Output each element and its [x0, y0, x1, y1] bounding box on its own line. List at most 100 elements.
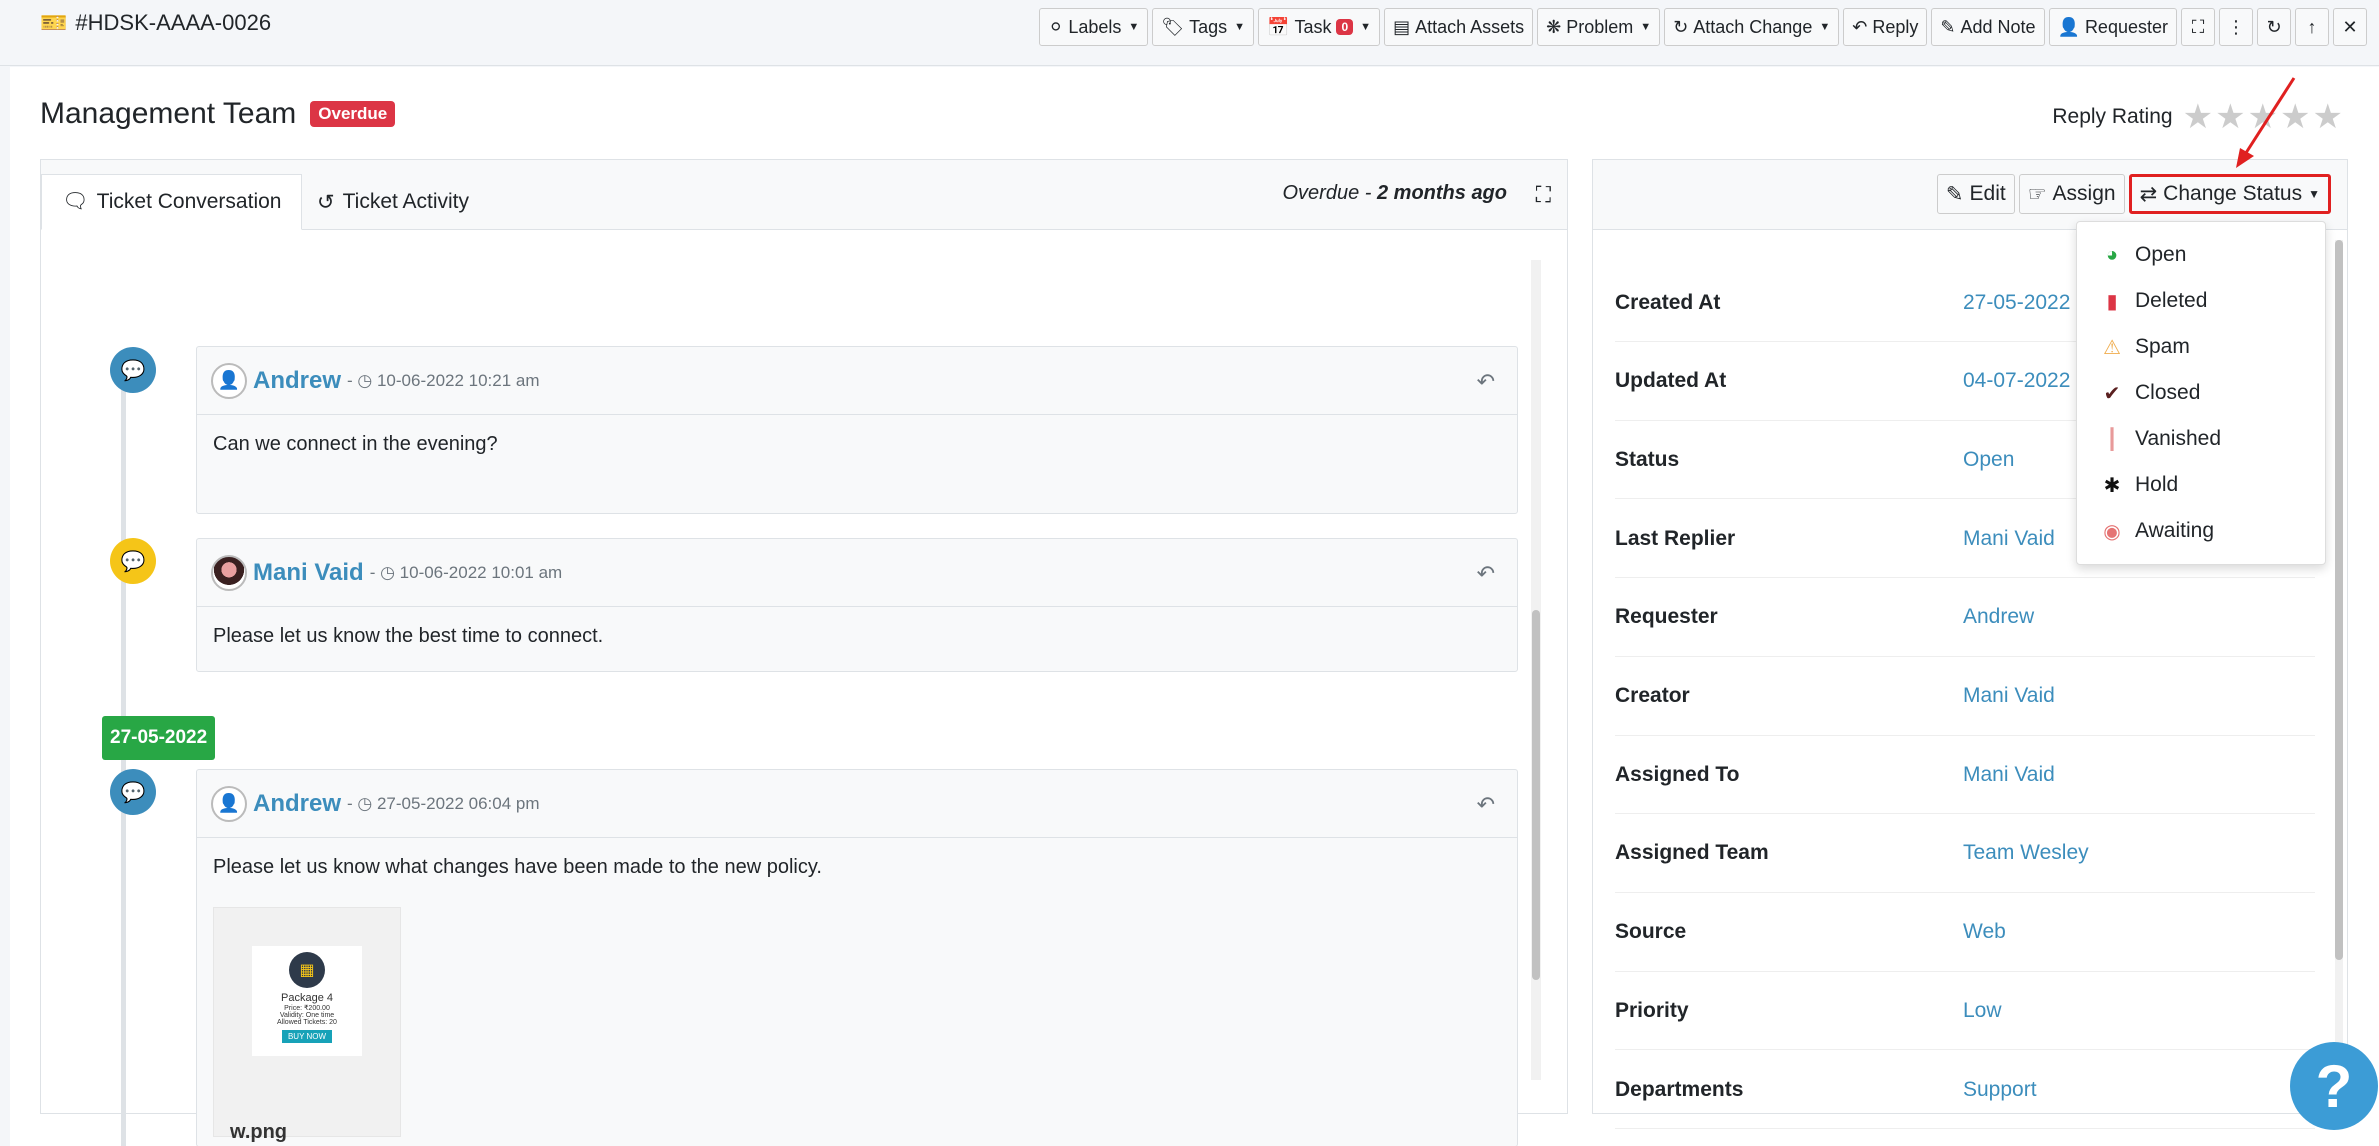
assign-button[interactable]: ☞ Assign — [2018, 174, 2125, 214]
requester-label: Requester — [2084, 16, 2168, 37]
arrow-up-icon: ↑ — [2307, 16, 2317, 37]
server-icon: ▤ — [1393, 16, 1411, 37]
status-option-label: Closed — [2135, 381, 2201, 404]
thumb-tickets: Allowed Tickets: 20 — [277, 1019, 337, 1026]
edit-button[interactable]: ✎ Edit — [1936, 174, 2015, 214]
star-icon[interactable]: ★ — [2313, 97, 2343, 137]
message-meta: - ◷ 10-06-2022 10:01 am — [369, 562, 563, 582]
reply-icon[interactable]: ↶ — [1477, 369, 1495, 395]
add-note-button[interactable]: ✎ Add Note — [1931, 8, 2045, 46]
status-option-spam[interactable]: ⚠ Spam — [2077, 324, 2325, 370]
detail-value[interactable]: 04-07-2022 — [1963, 369, 2070, 393]
detail-row: Creator Mani Vaid — [1615, 658, 2315, 736]
detail-label: Creator — [1615, 684, 1690, 707]
conversation-scrollbar[interactable] — [1531, 260, 1541, 1080]
detail-value[interactable]: Mani Vaid — [1963, 763, 2055, 787]
detail-row: Requester Andrew — [1615, 579, 2315, 657]
task-button[interactable]: 📅 Task 0 ▼ — [1258, 8, 1381, 46]
comment-icon: 💬 — [110, 538, 156, 584]
comment-icon: 💬 — [110, 347, 156, 393]
detail-value[interactable]: Support — [1963, 1078, 2037, 1102]
reply-icon: ↶ — [1852, 16, 1868, 37]
attachment[interactable]: ▦ Package 4 Price: ₹200.00 Validity: One… — [213, 907, 401, 1143]
problem-button[interactable]: ❋ Problem ▼ — [1537, 8, 1661, 46]
attach-change-label: Attach Change — [1693, 16, 1813, 37]
detail-value[interactable]: Team Wesley — [1963, 841, 2089, 865]
detail-label: Status — [1615, 447, 1680, 471]
message-author[interactable]: Mani Vaid — [253, 559, 364, 587]
close-button[interactable]: ✕ — [2333, 8, 2367, 46]
status-option-label: Open — [2135, 243, 2187, 266]
detail-value[interactable]: 27-05-2022 — [1963, 291, 2070, 315]
message-timestamp: 10-06-2022 10:21 am — [376, 370, 540, 390]
status-option-vanished[interactable]: ┃ Vanished — [2077, 416, 2325, 462]
detail-row: Priority Low — [1615, 972, 2315, 1051]
tags-button[interactable]: 🏷 Tags ▼ — [1152, 8, 1255, 46]
detail-value[interactable]: Mani Vaid — [1963, 527, 2055, 551]
refresh-button[interactable]: ↻ — [2257, 8, 2291, 46]
reply-icon[interactable]: ↶ — [1477, 561, 1495, 587]
change-status-button[interactable]: ⇄ Change Status ▼ — [2128, 174, 2331, 214]
message-author[interactable]: Andrew — [253, 367, 341, 395]
overdue-time: Overdue - 2 months ago — [1283, 182, 1508, 205]
scrollbar-thumb[interactable] — [1532, 610, 1540, 980]
edit-icon: ✎ — [1940, 16, 1956, 37]
status-option-label: Vanished — [2135, 427, 2222, 450]
ticket-icon: 🎫 — [40, 10, 68, 35]
detail-value[interactable]: Web — [1963, 920, 2006, 944]
status-option-hold[interactable]: ✱ Hold — [2077, 462, 2325, 508]
attach-assets-button[interactable]: ▤ Attach Assets — [1384, 8, 1534, 46]
attachment-filename: w.png — [230, 1121, 288, 1143]
tab-ticket-conversation[interactable]: 🗨 Ticket Conversation — [41, 174, 303, 230]
tab-ticket-activity[interactable]: ↺ Ticket Activity — [297, 174, 489, 230]
task-label: Task — [1294, 16, 1332, 37]
fullscreen-button[interactable]: ⛶ — [2181, 8, 2215, 46]
scroll-up-button[interactable]: ↑ — [2295, 8, 2329, 46]
problem-label: Problem — [1566, 16, 1634, 37]
add-note-label: Add Note — [1960, 16, 2036, 37]
status-option-deleted[interactable]: ▮ Deleted — [2077, 278, 2325, 324]
detail-value[interactable]: Open — [1963, 448, 2014, 472]
details-actions: ✎ Edit ☞ Assign ⇄ Change Status ▼ — [1936, 174, 2331, 214]
tab-label: Ticket Conversation — [96, 190, 282, 213]
detail-value[interactable]: Low — [1963, 999, 2002, 1023]
attach-change-button[interactable]: ↻ Attach Change ▼ — [1664, 8, 1840, 46]
status-option-closed[interactable]: ✔ Closed — [2077, 370, 2325, 416]
labels-icon: ⚪ — [1048, 16, 1064, 37]
comment-icon: 💬 — [110, 769, 156, 815]
warning-icon: ⚠ — [2103, 336, 2121, 359]
details-scrollbar[interactable] — [2335, 240, 2343, 1110]
star-icon[interactable]: ★ — [2183, 97, 2213, 137]
expand-icon[interactable]: ⛶ — [1536, 182, 1551, 208]
message-header: 👤 Andrew - ◷ 10-06-2022 10:21 am ↶ — [197, 347, 1517, 415]
task-count-badge: 0 — [1336, 19, 1354, 35]
clock-icon: ◕ — [2105, 243, 2119, 266]
scrollbar-thumb[interactable] — [2335, 240, 2343, 960]
assign-label: Assign — [2052, 182, 2116, 205]
more-options-button[interactable]: ⋮ — [2219, 8, 2253, 46]
trash-icon: ▮ — [2106, 290, 2118, 313]
detail-row: Departments Support — [1615, 1051, 2315, 1129]
date-separator: 27-05-2022 — [102, 716, 216, 760]
reply-rating-label: Reply Rating — [2052, 105, 2173, 128]
message-header: Mani Vaid - ◷ 10-06-2022 10:01 am ↶ — [197, 539, 1517, 607]
help-button[interactable]: ? — [2290, 1042, 2378, 1130]
comments-icon: 🗨 — [62, 190, 89, 213]
message-author[interactable]: Andrew — [253, 790, 341, 818]
status-option-open[interactable]: ◕ Open — [2077, 232, 2325, 278]
ticket-title: Management Team — [40, 97, 297, 130]
expand-icon: ⛶ — [2191, 16, 2205, 37]
labels-button[interactable]: ⚪ Labels ▼ — [1039, 8, 1149, 46]
requester-button[interactable]: 👤 Requester — [2048, 8, 2177, 46]
attach-assets-label: Attach Assets — [1415, 16, 1525, 37]
message-header: 👤 Andrew - ◷ 27-05-2022 06:04 pm ↶ — [197, 770, 1517, 838]
detail-value[interactable]: Andrew — [1963, 605, 2034, 629]
circle-dot-icon: ◉ — [2103, 520, 2121, 543]
reply-icon[interactable]: ↶ — [1477, 792, 1495, 818]
status-dropdown-menu: ◕ Open ▮ Deleted ⚠ Spam ✔ Closed ┃ Vanished ✱ Hold ◉… — [2076, 221, 2326, 565]
detail-value[interactable]: Mani Vaid — [1963, 684, 2055, 708]
reply-button[interactable]: ↶ Reply — [1843, 8, 1928, 46]
status-option-awaiting[interactable]: ◉ Awaiting — [2077, 508, 2325, 554]
labels-label: Labels — [1068, 16, 1122, 37]
calendar-plus-icon: 📅 — [1267, 16, 1290, 37]
